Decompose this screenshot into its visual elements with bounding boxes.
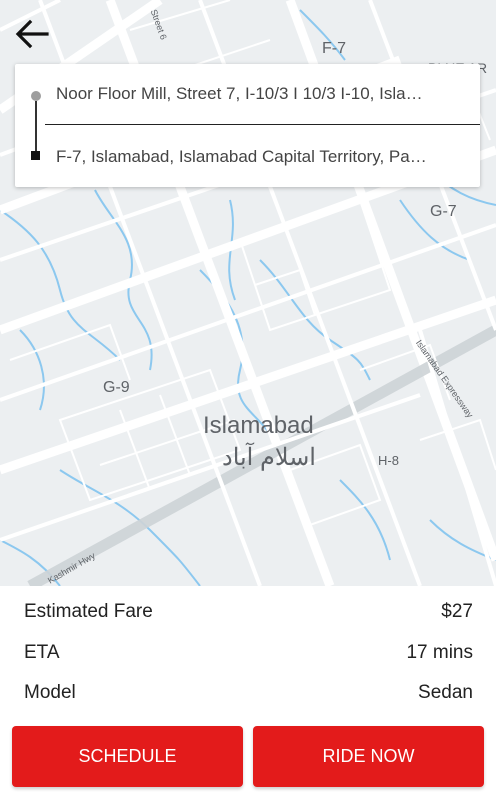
- route-connector: [35, 101, 37, 152]
- origin-dot-icon: [31, 91, 41, 101]
- sector-label-h8: H-8: [378, 453, 399, 468]
- sector-label-g7: G-7: [430, 203, 457, 220]
- ride-now-button[interactable]: RIDE NOW: [253, 726, 484, 787]
- eta-label: ETA: [24, 642, 60, 663]
- eta-row: ETA 17 mins: [24, 642, 473, 668]
- model-row: Model Sedan: [24, 682, 473, 708]
- destination-square-icon: [31, 151, 40, 160]
- sector-label-f7: F-7: [322, 40, 346, 57]
- sector-label-g9: G-9: [103, 379, 130, 396]
- arrow-left-icon: [15, 19, 49, 49]
- city-label: Islamabad: [203, 412, 314, 439]
- route-card: Noor Floor Mill, Street 7, I-10/3 I 10/3…: [15, 64, 480, 187]
- model-label: Model: [24, 682, 76, 703]
- dropoff-location-field[interactable]: F-7, Islamabad, Islamabad Capital Territ…: [56, 147, 468, 167]
- fare-label: Estimated Fare: [24, 601, 153, 622]
- city-label-urdu: اسلام آباد: [222, 444, 316, 471]
- route-divider: [45, 124, 480, 125]
- model-value: Sedan: [418, 682, 473, 703]
- eta-value: 17 mins: [406, 642, 473, 663]
- back-button[interactable]: [10, 14, 54, 54]
- fare-row: Estimated Fare $27: [24, 601, 473, 627]
- pickup-location-field[interactable]: Noor Floor Mill, Street 7, I-10/3 I 10/3…: [56, 84, 468, 104]
- schedule-button[interactable]: SCHEDULE: [12, 726, 243, 787]
- fare-value: $27: [441, 601, 473, 622]
